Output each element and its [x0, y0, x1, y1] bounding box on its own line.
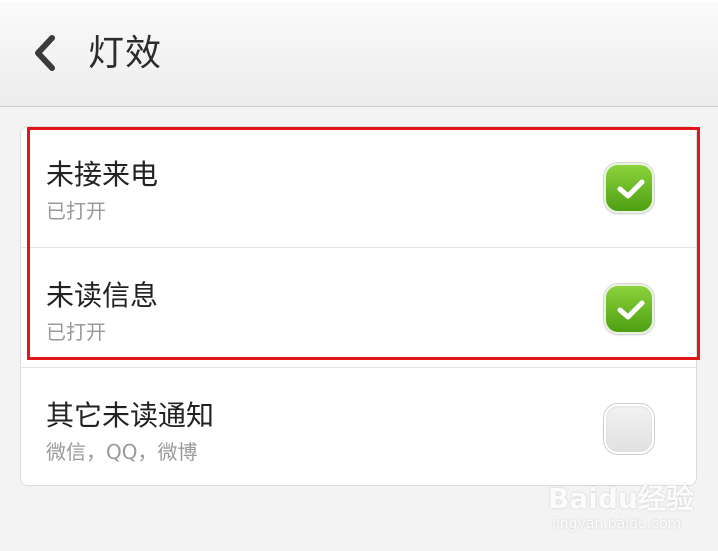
missed-call-status: 已打开	[46, 199, 106, 223]
missed-call-title: 未接来电	[46, 158, 159, 191]
missed-call-checkbox[interactable]	[604, 163, 654, 213]
unread-message-title: 未读信息	[46, 279, 159, 312]
other-notifications-setting-row[interactable]: 其它未读通知 微信，QQ，微博	[21, 367, 696, 485]
watermark-brand: Baidu经验	[548, 482, 694, 515]
missed-call-setting-row[interactable]: 未接来电 已打开	[21, 127, 696, 247]
light-effect-settings-list: 未接来电 已打开 未读信息 已打开 其它未读通知 微信，QQ，微博	[20, 126, 697, 486]
checkmark-icon	[617, 300, 645, 320]
other-notifications-apps: 微信，QQ，微博	[46, 440, 198, 464]
other-notifications-title: 其它未读通知	[46, 399, 215, 432]
chevron-left-icon	[35, 35, 55, 71]
watermark-url: jingyan.baidu.com	[552, 516, 682, 532]
other-notifications-checkbox[interactable]	[604, 404, 654, 454]
page-title: 灯效	[88, 33, 163, 74]
unread-message-status: 已打开	[46, 320, 106, 344]
unread-message-setting-row[interactable]: 未读信息 已打开	[21, 247, 696, 367]
back-button[interactable]	[28, 33, 62, 73]
checkmark-icon	[617, 179, 645, 199]
top-app-bar: 灯效	[0, 0, 718, 107]
baidu-jingyan-watermark: Baidu经验 jingyan.baidu.com	[548, 478, 713, 540]
unread-message-checkbox[interactable]	[604, 284, 654, 334]
